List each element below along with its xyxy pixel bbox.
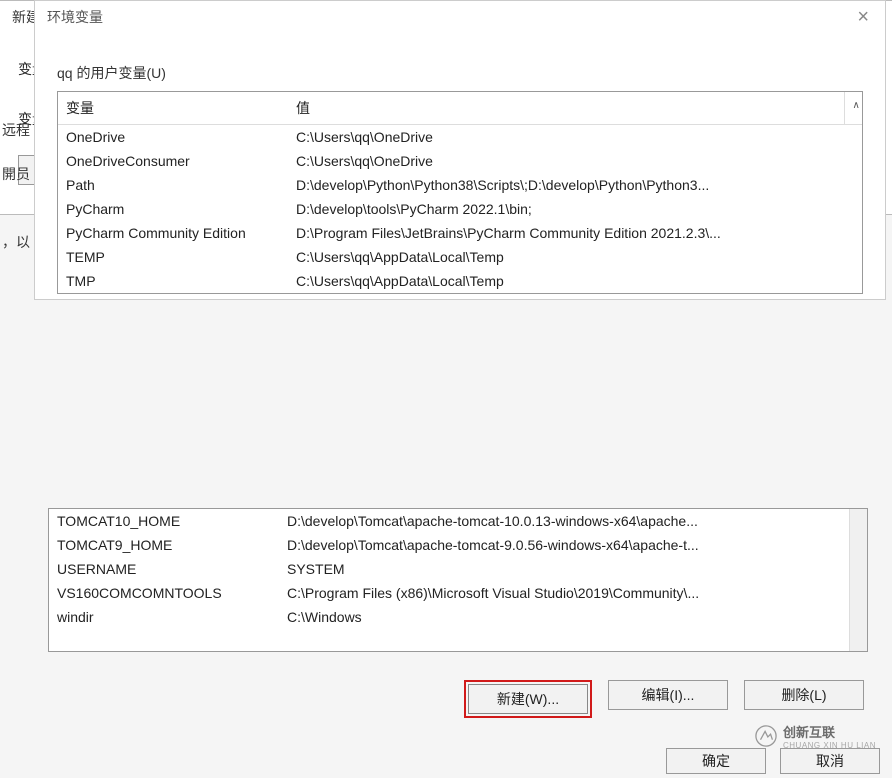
titlebar: 环境变量 × [35,1,885,33]
col-value[interactable]: 值 [288,92,844,125]
system-vars-table[interactable]: TOMCAT10_HOMED:\develop\Tomcat\apache-to… [48,508,868,652]
dialog-bottom-buttons: 确定 取消 [666,748,880,774]
table-row[interactable]: TEMPC:\Users\qq\AppData\Local\Temp [58,245,862,269]
delete-button[interactable]: 删除(L) [744,680,864,710]
table-row[interactable]: PyCharm Community EditionD:\Program File… [58,221,862,245]
new-button[interactable]: 新建(W)... [468,684,588,714]
bg-fragment: 远程 [2,120,30,140]
highlight-new-button: 新建(W)... [464,680,592,718]
cell-variable: Path [58,173,288,197]
cell-value: C:\Windows [279,605,849,629]
cell-variable: PyCharm [58,197,288,221]
table-row[interactable]: OneDriveC:\Users\qq\OneDrive [58,125,862,150]
ok-button[interactable]: 确定 [666,748,766,774]
table-row[interactable]: windirC:\Windows [49,605,867,629]
cell-value: D:\develop\Tomcat\apache-tomcat-10.0.13-… [279,509,849,533]
user-vars-table[interactable]: 变量 值 ∧ OneDriveC:\Users\qq\OneDriveOneDr… [57,91,863,294]
cancel-button[interactable]: 取消 [780,748,880,774]
bg-fragment: ，以 [2,232,30,252]
cell-value: C:\Users\qq\OneDrive [288,125,844,150]
cell-variable: TOMCAT10_HOME [49,509,279,533]
cell-value: D:\develop\tools\PyCharm 2022.1\bin; [288,197,844,221]
cell-variable: PyCharm Community Edition [58,221,288,245]
cell-value: D:\Program Files\JetBrains\PyCharm Commu… [288,221,844,245]
cell-variable: USERNAME [49,557,279,581]
scrollbar[interactable] [849,509,867,651]
col-variable[interactable]: 变量 [58,92,288,125]
close-icon[interactable]: × [851,7,875,27]
cell-value: C:\Program Files (x86)\Microsoft Visual … [279,581,849,605]
cell-value: SYSTEM [279,557,849,581]
cell-value: C:\Users\qq\OneDrive [288,149,844,173]
scrollbar[interactable]: ∧ [844,92,862,125]
table-row[interactable]: TOMCAT9_HOMED:\develop\Tomcat\apache-tom… [49,533,867,557]
watermark-logo: 创新互联 CHUANG XIN HU LIAN [755,722,876,750]
dialog-title: 环境变量 [47,7,103,27]
cell-value: C:\Users\qq\AppData\Local\Temp [288,269,844,293]
system-vars-panel: TOMCAT10_HOMED:\develop\Tomcat\apache-to… [48,508,868,718]
table-row[interactable]: VS160COMCOMNTOOLSC:\Program Files (x86)\… [49,581,867,605]
cell-variable: TOMCAT9_HOME [49,533,279,557]
cell-variable: OneDrive [58,125,288,150]
cell-variable: TMP [58,269,288,293]
cell-value: C:\Users\qq\AppData\Local\Temp [288,245,844,269]
table-row[interactable]: PathD:\develop\Python\Python38\Scripts\;… [58,173,862,197]
bg-fragment: 開员 [2,164,30,184]
logo-text-cn: 创新互联 [783,722,876,741]
cell-value: D:\develop\Python\Python38\Scripts\;D:\d… [288,173,844,197]
table-row[interactable]: PyCharmD:\develop\tools\PyCharm 2022.1\b… [58,197,862,221]
table-row[interactable]: OneDriveConsumerC:\Users\qq\OneDrive [58,149,862,173]
cell-value: D:\develop\Tomcat\apache-tomcat-9.0.56-w… [279,533,849,557]
cell-variable: windir [49,605,279,629]
environment-variables-dialog: 环境变量 × qq 的用户变量(U) 变量 值 ∧ OneDriveC:\Use… [34,0,886,300]
logo-icon [755,725,777,747]
cell-variable: TEMP [58,245,288,269]
cell-variable: OneDriveConsumer [58,149,288,173]
user-vars-label: qq 的用户变量(U) [57,63,885,83]
logo-text-en: CHUANG XIN HU LIAN [783,741,876,750]
edit-button[interactable]: 编辑(I)... [608,680,728,710]
table-row[interactable]: TMPC:\Users\qq\AppData\Local\Temp [58,269,862,293]
table-row[interactable]: USERNAMESYSTEM [49,557,867,581]
table-row[interactable]: TOMCAT10_HOMED:\develop\Tomcat\apache-to… [49,509,867,533]
cell-variable: VS160COMCOMNTOOLS [49,581,279,605]
